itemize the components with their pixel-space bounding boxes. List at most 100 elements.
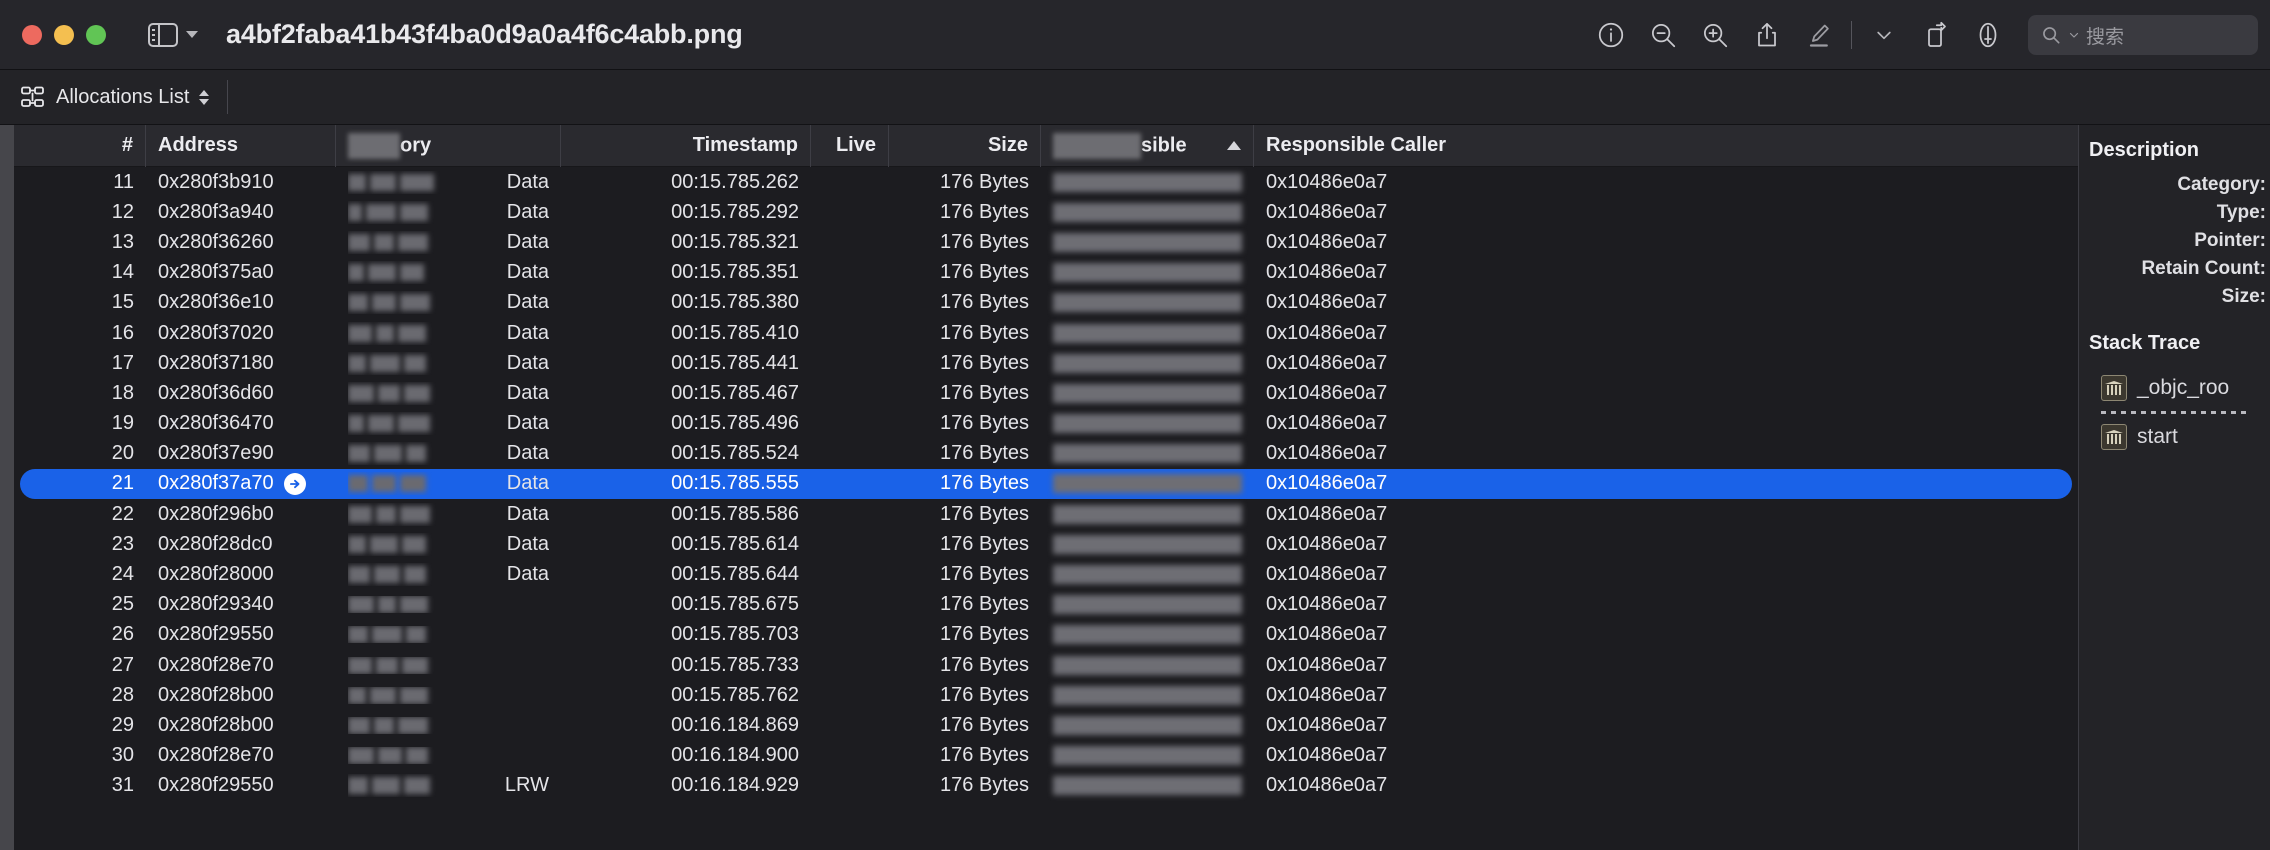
column-header-size[interactable]: Size — [889, 124, 1041, 167]
table-row[interactable]: 16 0x280f37020 Data 00:15.785.410 176 Bytes 0… — [14, 318, 2078, 348]
category-text: Data — [506, 170, 549, 193]
column-header-ts[interactable]: Timestamp — [561, 124, 811, 167]
table-row[interactable]: 23 0x280f28dc0 Data 00:15.785.614 176 Bytes 0… — [14, 529, 2078, 559]
table-row[interactable]: 28 0x280f28b00 00:15.785.762 176 Bytes 0x104… — [14, 680, 2078, 710]
address-text: 0x280f37180 — [158, 351, 274, 374]
allocations-table-pane: # Address ory Timestamp Live Size sible Respons… — [0, 124, 2078, 850]
redaction-block — [1053, 534, 1242, 554]
redacted-category: Data — [348, 201, 549, 224]
redaction-block — [348, 505, 372, 523]
redaction-block — [378, 596, 396, 614]
chevron-down-icon[interactable] — [1858, 9, 1910, 61]
allocations-list-selector[interactable]: Allocations List — [20, 85, 227, 109]
sidebar-toggle-button[interactable] — [148, 22, 198, 47]
redacted-responsible — [1053, 202, 1242, 222]
minimize-button[interactable] — [54, 24, 74, 45]
redaction-block — [1053, 776, 1242, 796]
cell-num: 12 — [111, 200, 134, 223]
cell-size: 176 Bytes — [940, 653, 1029, 676]
chevron-down-icon[interactable] — [186, 31, 198, 38]
redacted-responsible — [1053, 715, 1242, 735]
cell-size: 176 Bytes — [940, 261, 1029, 284]
table-row[interactable]: 22 0x280f296b0 Data 00:15.785.586 176 Bytes 0… — [14, 499, 2078, 529]
left-gutter — [0, 125, 14, 850]
search-chevron-down-icon[interactable] — [2068, 29, 2080, 41]
cell-live — [811, 227, 889, 257]
column-header-num[interactable]: # — [14, 124, 146, 167]
table-row[interactable]: 17 0x280f37180 Data 00:15.785.441 176 Bytes 0… — [14, 348, 2078, 378]
cell-call: 0x10486e0a7 — [1266, 713, 1388, 736]
address-text: 0x280f28e70 — [158, 653, 274, 676]
table-row[interactable]: 30 0x280f28e70 00:16.184.900 176 Bytes 0x104… — [14, 741, 2078, 771]
redaction-block — [348, 384, 374, 402]
table-row[interactable]: 18 0x280f36d60 Data 00:15.785.467 176 Bytes 0… — [14, 378, 2078, 408]
address-text: 0x280f36470 — [158, 412, 274, 435]
cell-size: 176 Bytes — [940, 532, 1029, 555]
redaction-block — [376, 656, 398, 674]
table-row[interactable]: 12 0x280f3a940 Data 00:15.785.292 176 Bytes 0… — [14, 197, 2078, 227]
cell-num: 19 — [111, 412, 134, 435]
table-row[interactable]: 31 0x280f29550 LRW 00:16.184.929 176 Bytes 0x… — [14, 771, 2078, 801]
table-row[interactable]: 24 0x280f28000 Data 00:15.785.644 176 Bytes 0… — [14, 559, 2078, 589]
annotate-icon[interactable] — [1962, 9, 2014, 61]
redaction-block — [348, 747, 374, 765]
cell-resp — [1041, 258, 1254, 288]
cell-call: 0x10486e0a7 — [1266, 774, 1388, 797]
redacted-responsible — [1053, 625, 1242, 645]
column-header-addr[interactable]: Address — [146, 124, 336, 167]
close-button[interactable] — [22, 24, 42, 45]
cell-ts: 00:16.184.929 — [671, 774, 799, 797]
redaction-block — [398, 233, 428, 251]
cell-size: 176 Bytes — [940, 321, 1029, 344]
table-row[interactable]: 20 0x280f37e90 Data 00:15.785.524 176 Bytes 0… — [14, 439, 2078, 469]
redaction-block — [372, 475, 396, 493]
cell-live — [811, 197, 889, 227]
cell-ts: 00:15.785.762 — [671, 683, 799, 706]
column-header-resp[interactable]: sible — [1041, 124, 1254, 167]
table-row[interactable]: 21 0x280f37a70 Data 00:15.785.555 176 Bytes 0… — [14, 468, 2078, 500]
redacted-responsible — [1053, 414, 1242, 434]
maximize-button[interactable] — [86, 24, 106, 45]
cell-size: 176 Bytes — [940, 381, 1029, 404]
cell-addr: 0x280f36260 — [146, 227, 336, 257]
redacted-responsible — [1053, 172, 1242, 192]
table-row[interactable]: 14 0x280f375a0 Data 00:15.785.351 176 Bytes 0… — [14, 258, 2078, 288]
column-header-label: Responsible Caller — [1266, 134, 1447, 156]
cell-resp — [1041, 348, 1254, 378]
column-header-cat[interactable]: ory — [336, 124, 561, 167]
table-row[interactable]: 19 0x280f36470 Data 00:15.785.496 176 Bytes 0… — [14, 409, 2078, 439]
redaction-block — [372, 777, 400, 795]
redacted-responsible — [1053, 685, 1242, 705]
share-icon[interactable] — [1741, 9, 1793, 61]
cell-cat: Data — [336, 197, 561, 227]
redaction-block — [1053, 202, 1242, 222]
table-row[interactable]: 27 0x280f28e70 00:15.785.733 176 Bytes 0x104… — [14, 650, 2078, 680]
table-row[interactable]: 26 0x280f29550 00:15.785.703 176 Bytes 0x104… — [14, 620, 2078, 650]
cell-live — [811, 590, 889, 620]
rotate-icon[interactable] — [1910, 9, 1962, 61]
zoom-in-icon[interactable] — [1689, 9, 1741, 61]
redaction-block — [348, 415, 364, 433]
table-row[interactable]: 11 0x280f3b910 Data 00:15.785.262 176 Bytes 0… — [14, 167, 2078, 197]
chevron-up-down-icon[interactable] — [199, 89, 210, 105]
column-header-live[interactable]: Live — [811, 124, 889, 167]
table-row[interactable]: 13 0x280f36260 Data 00:15.785.321 176 Bytes 0… — [14, 227, 2078, 257]
cell-live — [811, 710, 889, 740]
table-row[interactable]: 29 0x280f28b00 00:16.184.869 176 Bytes 0x104… — [14, 710, 2078, 740]
table-row[interactable]: 15 0x280f36e10 Data 00:15.785.380 176 Bytes 0… — [14, 288, 2078, 318]
stack-frame[interactable]: start — [2079, 418, 2270, 456]
traffic-lights — [22, 24, 106, 45]
redacted-responsible — [1053, 595, 1242, 615]
markup-pen-icon[interactable] — [1793, 9, 1845, 61]
zoom-out-icon[interactable] — [1637, 9, 1689, 61]
stack-frame[interactable]: _objc_roo — [2079, 369, 2270, 407]
info-icon[interactable] — [1585, 9, 1637, 61]
table-row[interactable]: 25 0x280f29340 00:15.785.675 176 Bytes 0x104… — [14, 590, 2078, 620]
cell-cat — [336, 680, 561, 710]
search-input[interactable]: 搜索 — [2028, 15, 2258, 55]
redaction-block — [348, 264, 364, 282]
column-header-label: sible — [1053, 132, 1187, 159]
column-header-call[interactable]: Responsible Caller — [1254, 125, 2074, 167]
arrow-right-circle-icon[interactable] — [283, 472, 306, 495]
cell-num: 18 — [111, 381, 134, 404]
